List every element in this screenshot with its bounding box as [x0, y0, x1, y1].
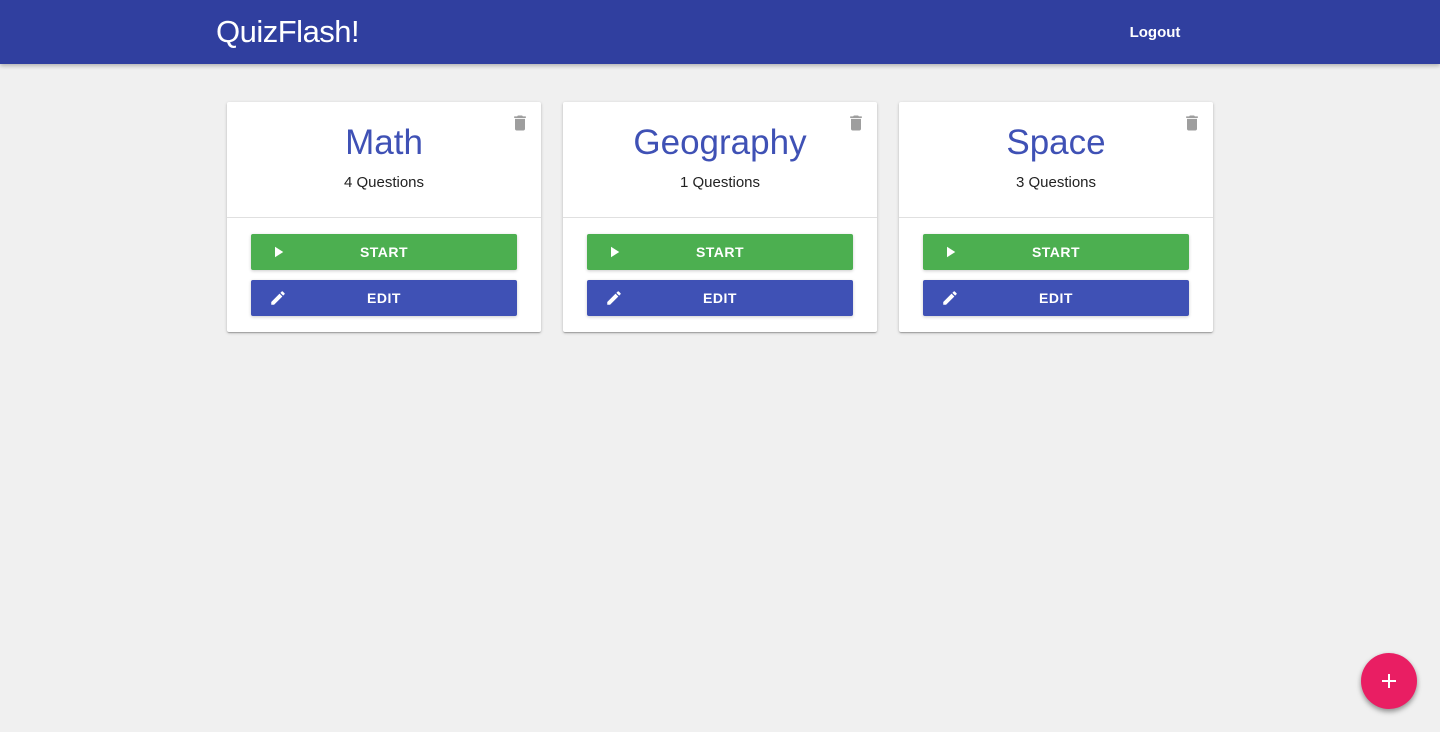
start-quiz-button[interactable]: START [587, 234, 853, 270]
quiz-title: Geography [633, 123, 807, 162]
add-quiz-button[interactable] [1361, 653, 1417, 709]
quiz-card: Math 4 Questions START EDIT [227, 102, 541, 332]
card-divider [563, 217, 877, 218]
edit-button-label: EDIT [367, 290, 401, 306]
start-button-label: START [695, 244, 745, 260]
quiz-title: Math [345, 123, 423, 162]
start-button-label: START [359, 244, 409, 260]
card-divider [227, 217, 541, 218]
quiz-title: Space [1006, 123, 1106, 162]
app-bar: QuizFlash! Logout [0, 0, 1440, 64]
start-button-label: START [1031, 244, 1081, 260]
quiz-question-count: 1 Questions [679, 174, 761, 191]
quiz-card: Space 3 Questions START EDIT [899, 102, 1213, 332]
edit-quiz-button[interactable]: EDIT [587, 280, 853, 316]
start-quiz-button[interactable]: START [923, 234, 1189, 270]
edit-button-label: EDIT [703, 290, 737, 306]
edit-quiz-button[interactable]: EDIT [923, 280, 1189, 316]
app-title: QuizFlash! [216, 14, 360, 49]
quiz-question-count: 3 Questions [1015, 174, 1097, 191]
start-quiz-button[interactable]: START [251, 234, 517, 270]
logout-button[interactable]: Logout [1122, 18, 1188, 48]
plus-icon [1382, 674, 1396, 688]
edit-button-label: EDIT [1039, 290, 1073, 306]
card-divider [899, 217, 1213, 218]
quiz-question-count: 4 Questions [343, 174, 425, 191]
edit-quiz-button[interactable]: EDIT [251, 280, 517, 316]
quiz-card: Geography 1 Questions START EDIT [563, 102, 877, 332]
